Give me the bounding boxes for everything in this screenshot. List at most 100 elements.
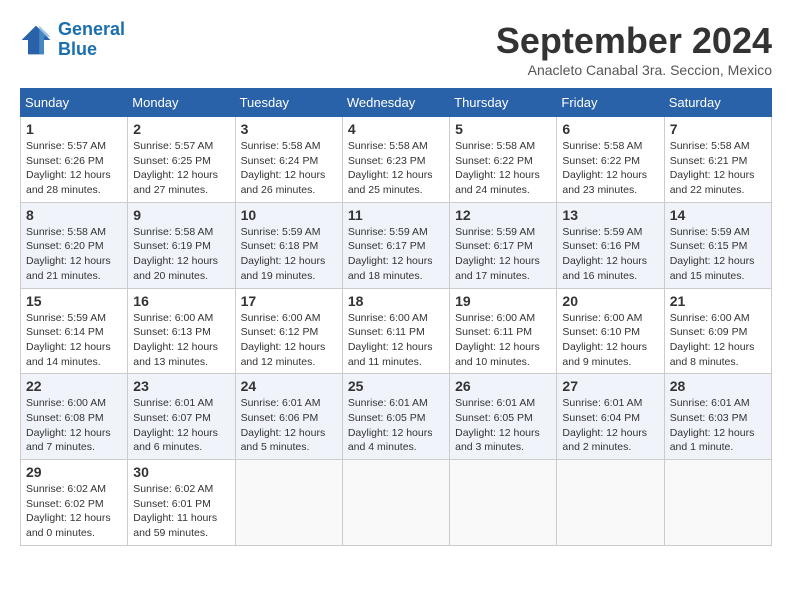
- day-number: 24: [241, 378, 337, 394]
- location-title: Anacleto Canabal 3ra. Seccion, Mexico: [496, 62, 772, 78]
- day-number: 15: [26, 293, 122, 309]
- day-number: 27: [562, 378, 658, 394]
- day-number: 5: [455, 121, 551, 137]
- day-info: Sunrise: 6:00 AM Sunset: 6:08 PM Dayligh…: [26, 396, 122, 455]
- day-number: 28: [670, 378, 766, 394]
- day-info: Sunrise: 5:59 AM Sunset: 6:17 PM Dayligh…: [348, 225, 444, 284]
- header: General Blue September 2024 Anacleto Can…: [20, 20, 772, 78]
- day-number: 11: [348, 207, 444, 223]
- day-number: 12: [455, 207, 551, 223]
- logo-line1: General: [58, 19, 125, 39]
- day-info: Sunrise: 5:57 AM Sunset: 6:26 PM Dayligh…: [26, 139, 122, 198]
- day-info: Sunrise: 6:00 AM Sunset: 6:10 PM Dayligh…: [562, 311, 658, 370]
- calendar-cell: 27 Sunrise: 6:01 AM Sunset: 6:04 PM Dayli…: [557, 374, 664, 460]
- logo-line2: Blue: [58, 39, 97, 59]
- calendar-cell: 11 Sunrise: 5:59 AM Sunset: 6:17 PM Dayli…: [342, 202, 449, 288]
- day-number: 9: [133, 207, 229, 223]
- calendar-cell: 20Sunrise: 6:00 AM Sunset: 6:10 PM Dayli…: [557, 288, 664, 374]
- day-number: 13: [562, 207, 658, 223]
- day-info: Sunrise: 5:59 AM Sunset: 6:16 PM Dayligh…: [562, 225, 658, 284]
- day-info: Sunrise: 5:59 AM Sunset: 6:14 PM Dayligh…: [26, 311, 122, 370]
- calendar-cell: 3Sunrise: 5:58 AM Sunset: 6:24 PM Daylig…: [235, 117, 342, 203]
- calendar-cell: 30 Sunrise: 6:02 AM Sunset: 6:01 PM Dayli…: [128, 460, 235, 546]
- calendar-cell: 12 Sunrise: 5:59 AM Sunset: 6:17 PM Dayli…: [450, 202, 557, 288]
- day-info: Sunrise: 6:00 AM Sunset: 6:09 PM Dayligh…: [670, 311, 766, 370]
- day-number: 25: [348, 378, 444, 394]
- calendar-cell: 16Sunrise: 6:00 AM Sunset: 6:13 PM Dayli…: [128, 288, 235, 374]
- day-number: 22: [26, 378, 122, 394]
- day-number: 19: [455, 293, 551, 309]
- weekday-header-friday: Friday: [557, 89, 664, 117]
- weekday-header-tuesday: Tuesday: [235, 89, 342, 117]
- day-info: Sunrise: 5:59 AM Sunset: 6:15 PM Dayligh…: [670, 225, 766, 284]
- day-info: Sunrise: 6:01 AM Sunset: 6:06 PM Dayligh…: [241, 396, 337, 455]
- day-number: 7: [670, 121, 766, 137]
- calendar-cell: 28 Sunrise: 6:01 AM Sunset: 6:03 PM Dayli…: [664, 374, 771, 460]
- day-info: Sunrise: 6:00 AM Sunset: 6:11 PM Dayligh…: [455, 311, 551, 370]
- day-number: 4: [348, 121, 444, 137]
- day-info: Sunrise: 6:01 AM Sunset: 6:03 PM Dayligh…: [670, 396, 766, 455]
- day-number: 26: [455, 378, 551, 394]
- calendar-cell: 14 Sunrise: 5:59 AM Sunset: 6:15 PM Dayli…: [664, 202, 771, 288]
- day-number: 3: [241, 121, 337, 137]
- calendar-cell: 5 Sunrise: 5:58 AM Sunset: 6:22 PM Daylig…: [450, 117, 557, 203]
- day-number: 8: [26, 207, 122, 223]
- day-info: Sunrise: 6:01 AM Sunset: 6:05 PM Dayligh…: [348, 396, 444, 455]
- day-info: Sunrise: 6:02 AM Sunset: 6:01 PM Dayligh…: [133, 482, 229, 541]
- day-number: 14: [670, 207, 766, 223]
- calendar-cell: 17 Sunrise: 6:00 AM Sunset: 6:12 PM Dayli…: [235, 288, 342, 374]
- day-info: Sunrise: 5:58 AM Sunset: 6:22 PM Dayligh…: [562, 139, 658, 198]
- calendar-cell: 1 Sunrise: 5:57 AM Sunset: 6:26 PM Daylig…: [21, 117, 128, 203]
- day-number: 23: [133, 378, 229, 394]
- day-number: 17: [241, 293, 337, 309]
- day-info: Sunrise: 5:58 AM Sunset: 6:19 PM Dayligh…: [133, 225, 229, 284]
- day-info: Sunrise: 5:58 AM Sunset: 6:22 PM Dayligh…: [455, 139, 551, 198]
- calendar-cell: 8 Sunrise: 5:58 AM Sunset: 6:20 PM Daylig…: [21, 202, 128, 288]
- day-number: 10: [241, 207, 337, 223]
- calendar-cell: 19 Sunrise: 6:00 AM Sunset: 6:11 PM Dayli…: [450, 288, 557, 374]
- calendar-cell: 7 Sunrise: 5:58 AM Sunset: 6:21 PM Daylig…: [664, 117, 771, 203]
- calendar-week-3: 15 Sunrise: 5:59 AM Sunset: 6:14 PM Dayli…: [21, 288, 772, 374]
- calendar-cell: 15 Sunrise: 5:59 AM Sunset: 6:14 PM Dayli…: [21, 288, 128, 374]
- title-area: September 2024 Anacleto Canabal 3ra. Sec…: [496, 20, 772, 78]
- calendar-table: SundayMondayTuesdayWednesdayThursdayFrid…: [20, 88, 772, 546]
- calendar-cell: [557, 460, 664, 546]
- day-number: 18: [348, 293, 444, 309]
- calendar-cell: 4Sunrise: 5:58 AM Sunset: 6:23 PM Daylig…: [342, 117, 449, 203]
- day-info: Sunrise: 6:01 AM Sunset: 6:05 PM Dayligh…: [455, 396, 551, 455]
- weekday-header-saturday: Saturday: [664, 89, 771, 117]
- calendar-cell: 29Sunrise: 6:02 AM Sunset: 6:02 PM Dayli…: [21, 460, 128, 546]
- calendar-cell: 6 Sunrise: 5:58 AM Sunset: 6:22 PM Daylig…: [557, 117, 664, 203]
- calendar-week-5: 29Sunrise: 6:02 AM Sunset: 6:02 PM Dayli…: [21, 460, 772, 546]
- day-info: Sunrise: 6:01 AM Sunset: 6:04 PM Dayligh…: [562, 396, 658, 455]
- calendar-cell: 10 Sunrise: 5:59 AM Sunset: 6:18 PM Dayli…: [235, 202, 342, 288]
- logo-text: General Blue: [58, 20, 125, 60]
- day-info: Sunrise: 5:59 AM Sunset: 6:18 PM Dayligh…: [241, 225, 337, 284]
- day-number: 21: [670, 293, 766, 309]
- day-number: 6: [562, 121, 658, 137]
- day-number: 30: [133, 464, 229, 480]
- calendar-cell: 24 Sunrise: 6:01 AM Sunset: 6:06 PM Dayli…: [235, 374, 342, 460]
- calendar-week-4: 22 Sunrise: 6:00 AM Sunset: 6:08 PM Dayli…: [21, 374, 772, 460]
- month-title: September 2024: [496, 20, 772, 62]
- day-number: 1: [26, 121, 122, 137]
- day-info: Sunrise: 5:57 AM Sunset: 6:25 PM Dayligh…: [133, 139, 229, 198]
- day-info: Sunrise: 5:58 AM Sunset: 6:21 PM Dayligh…: [670, 139, 766, 198]
- calendar-cell: 9 Sunrise: 5:58 AM Sunset: 6:19 PM Daylig…: [128, 202, 235, 288]
- day-info: Sunrise: 6:00 AM Sunset: 6:13 PM Dayligh…: [133, 311, 229, 370]
- weekday-header-monday: Monday: [128, 89, 235, 117]
- calendar-cell: 26 Sunrise: 6:01 AM Sunset: 6:05 PM Dayli…: [450, 374, 557, 460]
- weekday-header-wednesday: Wednesday: [342, 89, 449, 117]
- calendar-cell: [450, 460, 557, 546]
- calendar-cell: 21 Sunrise: 6:00 AM Sunset: 6:09 PM Dayli…: [664, 288, 771, 374]
- day-info: Sunrise: 6:00 AM Sunset: 6:12 PM Dayligh…: [241, 311, 337, 370]
- calendar-cell: 13 Sunrise: 5:59 AM Sunset: 6:16 PM Dayli…: [557, 202, 664, 288]
- logo-icon: [20, 24, 52, 56]
- calendar-cell: 22 Sunrise: 6:00 AM Sunset: 6:08 PM Dayli…: [21, 374, 128, 460]
- day-info: Sunrise: 6:00 AM Sunset: 6:11 PM Dayligh…: [348, 311, 444, 370]
- calendar-cell: [235, 460, 342, 546]
- day-info: Sunrise: 5:58 AM Sunset: 6:20 PM Dayligh…: [26, 225, 122, 284]
- calendar-cell: 18 Sunrise: 6:00 AM Sunset: 6:11 PM Dayli…: [342, 288, 449, 374]
- day-info: Sunrise: 5:59 AM Sunset: 6:17 PM Dayligh…: [455, 225, 551, 284]
- calendar-cell: 25 Sunrise: 6:01 AM Sunset: 6:05 PM Dayli…: [342, 374, 449, 460]
